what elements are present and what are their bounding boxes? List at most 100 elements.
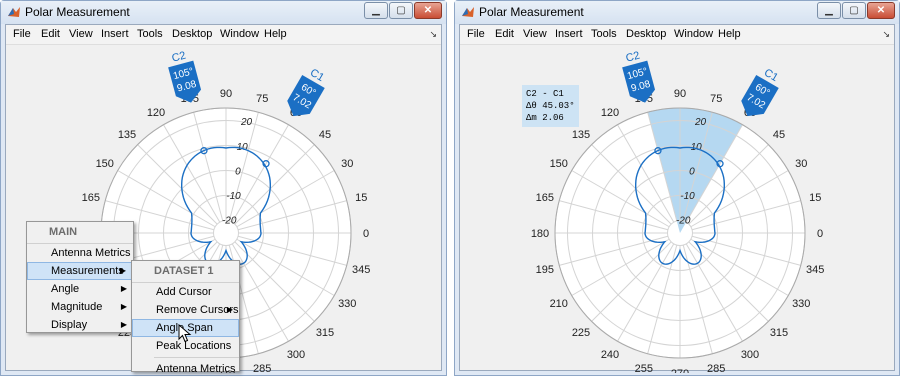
angle-tick-label: 330: [338, 298, 356, 310]
menu-edit[interactable]: Edit: [495, 28, 514, 40]
right-figure-window: Polar Measurement ▁ ▢ ✕ File Edit View I…: [454, 0, 900, 378]
angle-tick-label: 210: [550, 298, 568, 310]
menu-window[interactable]: Window: [220, 28, 259, 40]
angle-tick-label: 315: [316, 327, 334, 339]
menu-edit[interactable]: Edit: [41, 28, 60, 40]
menu-item-display-label: Display: [51, 319, 88, 331]
title-bar[interactable]: Polar Measurement ▁ ▢ ✕: [1, 1, 446, 24]
polar-plot-area[interactable]: 0153045607590105120135150165180195210225…: [460, 46, 894, 378]
angle-tick-label: 45: [773, 129, 785, 141]
dock-figure-icon[interactable]: ↘: [882, 29, 890, 40]
menu-item-angle-label: Angle: [51, 283, 80, 295]
magnitude-tick-label: -20: [676, 216, 691, 227]
magnitude-tick-label: 20: [240, 117, 253, 128]
angle-tick-label: 150: [550, 158, 568, 170]
maximize-button[interactable]: ▢: [389, 2, 413, 19]
menu-bar: File Edit View Insert Tools Desktop Wind…: [6, 25, 441, 45]
angle-tick-label: 135: [118, 129, 136, 141]
menu-item-magnitude-label: Magnitude: [51, 301, 103, 313]
menu-item-measurements-label: Measurements: [51, 265, 124, 277]
angle-tick-label: 300: [741, 349, 759, 361]
angle-tick-label: 0: [363, 228, 369, 240]
magnitude-tick-label: 0: [235, 166, 241, 177]
menu-view[interactable]: View: [69, 28, 93, 40]
menu-item-magnitude[interactable]: Magnitude ▶: [27, 298, 133, 316]
title-bar[interactable]: Polar Measurement ▁ ▢ ✕: [455, 1, 899, 24]
angle-tick-label: 45: [319, 129, 331, 141]
minimize-button[interactable]: ▁: [817, 2, 841, 19]
angle-tick-label: 345: [806, 264, 824, 276]
angle-tick-label: 300: [287, 349, 305, 361]
menu-item-antenna-metrics-dataset[interactable]: Antenna Metrics: [132, 360, 239, 378]
minimize-button[interactable]: ▁: [364, 2, 388, 19]
angle-tick-label: 15: [809, 192, 821, 204]
angle-tick-label: 270: [671, 368, 689, 373]
polar-plot-area[interactable]: 0153045607590105120135150165180195210225…: [6, 46, 441, 378]
menu-insert[interactable]: Insert: [555, 28, 583, 40]
angle-tick-label: 180: [531, 228, 549, 240]
maximize-button[interactable]: ▢: [842, 2, 866, 19]
menu-tools[interactable]: Tools: [591, 28, 617, 40]
cursor-c2-label: C2: [625, 50, 642, 65]
menu-window[interactable]: Window: [674, 28, 713, 40]
dock-figure-icon[interactable]: ↘: [429, 29, 437, 40]
submenu-arrow-icon: ▶: [226, 305, 233, 314]
angle-tick-label: 120: [147, 107, 165, 119]
angle-tick-label: 30: [795, 158, 807, 170]
magnitude-tick-label: -20: [222, 216, 237, 227]
angle-tick-label: 165: [82, 192, 100, 204]
angle-tick-label: 165: [536, 192, 554, 204]
angle-tick-label: 285: [707, 363, 725, 373]
menu-item-add-cursor[interactable]: Add Cursor: [132, 283, 239, 301]
span-readout-delta-magnitude: Δm 2.06: [526, 113, 564, 123]
menu-item-measurements[interactable]: Measurements ▶: [27, 262, 133, 280]
close-button[interactable]: ✕: [867, 2, 895, 19]
angle-tick-label: 195: [536, 264, 554, 276]
figure-client-area: File Edit View Insert Tools Desktop Wind…: [459, 24, 895, 378]
menu-file[interactable]: File: [13, 28, 31, 40]
magnitude-tick-label: -10: [226, 191, 241, 202]
mouse-pointer-icon: [178, 324, 192, 343]
submenu-arrow-icon: ▶: [119, 266, 126, 275]
menu-view[interactable]: View: [523, 28, 547, 40]
cursor-c2-label: C2: [171, 50, 188, 65]
figure-client-area: File Edit View Insert Tools Desktop Wind…: [5, 24, 442, 378]
context-menu-dataset: DATASET 1 Add Cursor Remove Cursors ▶ An…: [131, 260, 240, 375]
menu-desktop[interactable]: Desktop: [172, 28, 212, 40]
menu-file[interactable]: File: [467, 28, 485, 40]
angle-tick-label: 0: [817, 228, 823, 240]
matlab-app-icon: [462, 7, 474, 17]
angle-tick-label: 330: [792, 298, 810, 310]
menu-item-display[interactable]: Display ▶: [27, 316, 133, 334]
menu-help[interactable]: Help: [264, 28, 287, 40]
menu-item-remove-cursors[interactable]: Remove Cursors ▶: [132, 301, 239, 319]
menu-item-angle[interactable]: Angle ▶: [27, 280, 133, 298]
angle-tick-label: 90: [220, 88, 232, 100]
angle-tick-label: 150: [96, 158, 114, 170]
menu-help[interactable]: Help: [718, 28, 741, 40]
matlab-app-icon: [8, 7, 20, 17]
angle-tick-label: 75: [256, 93, 268, 105]
submenu-arrow-icon: ▶: [120, 302, 127, 311]
menu-bar: File Edit View Insert Tools Desktop Wind…: [460, 25, 894, 45]
angle-tick-label: 345: [352, 264, 370, 276]
context-menu-header-main: MAIN: [27, 222, 133, 244]
span-readout-delta-angle: Δθ 45.03°: [526, 101, 575, 111]
menu-item-antenna-metrics[interactable]: Antenna Metrics: [27, 244, 133, 262]
angle-tick-label: 225: [572, 327, 590, 339]
angle-tick-label: 135: [572, 129, 590, 141]
angle-tick-label: 75: [710, 93, 722, 105]
menu-separator: [154, 357, 239, 358]
angle-tick-label: 285: [253, 363, 271, 373]
menu-insert[interactable]: Insert: [101, 28, 129, 40]
menu-tools[interactable]: Tools: [137, 28, 163, 40]
close-button[interactable]: ✕: [414, 2, 442, 19]
submenu-arrow-icon: ▶: [120, 320, 127, 329]
window-title: Polar Measurement: [479, 5, 584, 19]
menu-desktop[interactable]: Desktop: [626, 28, 666, 40]
angle-tick-label: 15: [355, 192, 367, 204]
angle-tick-label: 315: [770, 327, 788, 339]
angle-span-readout: C2 - C1 Δθ 45.03° Δm 2.06: [522, 85, 579, 127]
magnitude-tick-label: 20: [694, 117, 707, 128]
window-title: Polar Measurement: [25, 5, 130, 19]
